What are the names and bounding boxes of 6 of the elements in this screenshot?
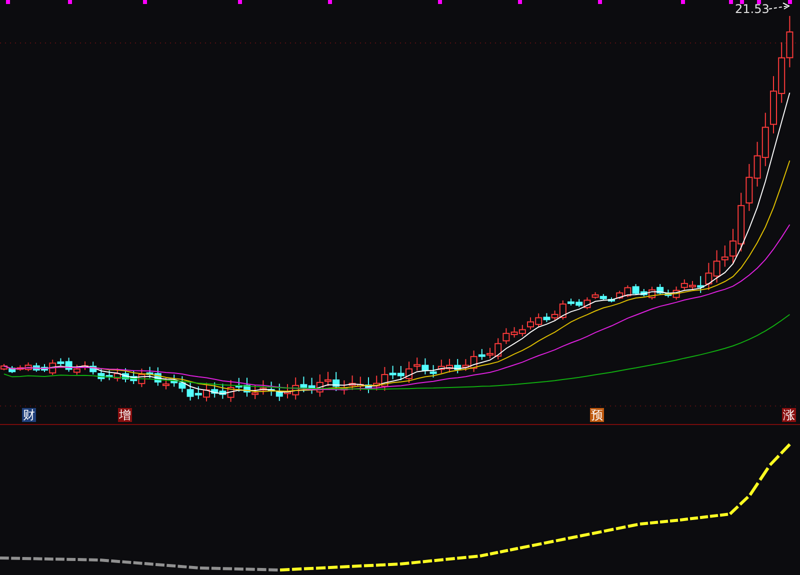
event-marker: 增 — [118, 408, 132, 422]
price-label: 21.53 — [735, 1, 770, 17]
leader-line — [768, 2, 790, 10]
event-marker: 财 — [22, 408, 36, 422]
event-marker: 预 — [590, 408, 604, 422]
event-marker: 涨 — [782, 408, 796, 422]
